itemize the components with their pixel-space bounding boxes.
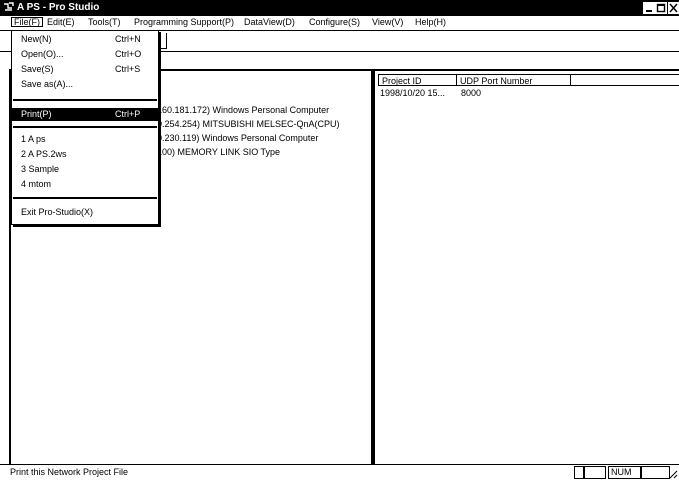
menu-item-recent-4[interactable]: 4 mtom [12,178,158,191]
menu-help[interactable]: Help(H) [415,17,446,27]
tree-item[interactable]: 0.254.254) MITSUBISHI MELSEC-QnA(CPU) [157,119,340,129]
menu-separator [13,126,157,128]
app-icon[interactable] [3,2,14,13]
menu-item-shortcut: Ctrl+N [115,34,141,44]
num-lock-indicator: NUM [608,466,641,479]
column-header-blank[interactable] [570,74,679,86]
menu-separator [13,99,157,101]
menu-dataview[interactable]: DataView(D) [244,17,295,27]
maximize-button[interactable] [655,2,667,14]
list-cell-project-id[interactable]: 1998/10/20 15... [380,88,445,98]
menu-separator [13,197,157,199]
file-menu-dropdown: New(N) Ctrl+N Open(O)... Ctrl+O Save(S) … [11,30,159,225]
menu-item-recent-2[interactable]: 2 A PS.2ws [12,148,158,161]
title-bar[interactable]: A PS - Pro Studio [0,0,679,16]
menu-configure[interactable]: Configure(S) [309,17,360,27]
menu-item-save[interactable]: Save(S) Ctrl+S [12,63,158,76]
menu-item-label: New(N) [21,34,52,44]
menu-edit[interactable]: Edit(E) [47,17,75,27]
menu-tools[interactable]: Tools(T) [88,17,121,27]
menu-programming-support[interactable]: Programming Support(P) [134,17,234,27]
tree-item[interactable]: 0.230.119) Windows Personal Computer [157,133,318,143]
menu-item-exit[interactable]: Exit Pro-Studio(X) [12,206,158,219]
menu-item-label: Exit Pro-Studio(X) [21,207,94,217]
menu-bar: File(F) Edit(E) Tools(T) Programming Sup… [0,16,679,31]
menu-item-recent-1[interactable]: 1 A ps [12,133,158,146]
list-cell-udp-port[interactable]: 8000 [461,88,481,98]
menu-item-label: Save(S) [21,64,54,74]
menu-item-save-as[interactable]: Save as(A)... [12,78,158,91]
menu-item-shortcut: Ctrl+P [115,109,141,119]
status-bar: Print this Network Project File NUM [0,464,679,480]
tree-item[interactable]: 100) MEMORY LINK SIO Type [157,147,280,157]
column-header-project-id[interactable]: Project ID [378,74,457,86]
status-indicator [641,466,670,479]
project-list-pane[interactable]: Project ID UDP Port Number 1998/10/20 15… [373,69,679,466]
menu-item-open[interactable]: Open(O)... Ctrl+O [12,48,158,61]
status-indicator [574,466,584,479]
status-text: Print this Network Project File [10,467,129,477]
window-title: A PS - Pro Studio [17,2,100,13]
menu-item-label: Open(O)... [21,49,64,59]
close-button[interactable] [668,2,679,14]
menu-item-label: 4 mtom [21,179,52,189]
menu-view[interactable]: View(V) [372,17,403,27]
column-header-udp-port[interactable]: UDP Port Number [456,74,571,86]
menu-item-label: Save as(A)... [21,79,74,89]
menu-item-shortcut: Ctrl+S [115,64,141,74]
menu-item-new[interactable]: New(N) Ctrl+N [12,33,158,46]
status-indicator [584,466,606,479]
menu-item-recent-3[interactable]: 3 Sample [12,163,158,176]
tree-item[interactable]: 160.181.172) Windows Personal Computer [157,105,329,115]
resize-grip-icon[interactable] [667,468,678,479]
menu-item-label: 2 A PS.2ws [21,149,67,159]
menu-item-label: 1 A ps [21,134,46,144]
menu-item-label: Print(P) [21,109,52,119]
minimize-button[interactable] [643,2,655,14]
menu-item-print[interactable]: Print(P) Ctrl+P [12,108,158,121]
menu-file[interactable]: File(F) [11,17,43,27]
menu-item-shortcut: Ctrl+O [115,49,142,59]
menu-item-label: 3 Sample [21,164,60,174]
